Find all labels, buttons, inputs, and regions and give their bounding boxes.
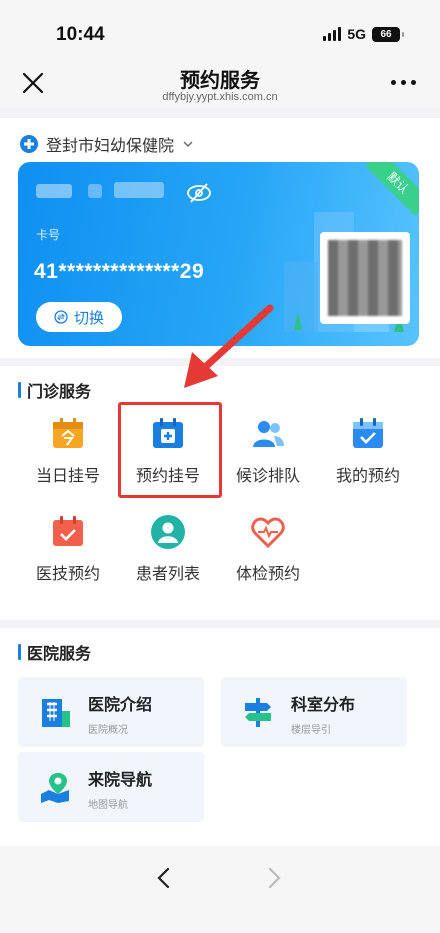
back-icon[interactable]	[152, 866, 176, 890]
qr-code-redacted[interactable]	[320, 232, 410, 324]
queue-icon	[253, 421, 284, 447]
hospital-cross-icon	[20, 135, 38, 153]
patient-list-item[interactable]: 患者列表	[118, 514, 218, 584]
patient-list-label: 患者列表	[135, 566, 200, 583]
page-url: dffybjy.yypt.xhis.com.cn	[162, 91, 278, 103]
hospital-services-title: 医院服务	[27, 646, 92, 663]
switch-icon	[54, 310, 68, 324]
checkup-label: 体检预约	[235, 566, 300, 583]
outpatient-services-section: 门诊服务 当日挂号 预约挂号 候诊排队 我的预约 医技预约 患者列表 体检预约	[0, 366, 440, 620]
today-register-icon	[53, 418, 83, 448]
page-title: 预约服务	[180, 70, 260, 92]
checkup-item[interactable]: 体检预约	[218, 514, 318, 584]
department-distribution-title: 科室分布	[291, 697, 356, 714]
today-register-label: 当日挂号	[35, 468, 100, 485]
hospital-navigation-subtitle: 地图导航	[88, 800, 128, 811]
switch-card-button[interactable]: 切换	[36, 302, 122, 332]
hospital-name: 登封市妇幼保健院	[46, 138, 175, 155]
hospital-services-section: 医院服务 医院介绍 医院概况 科室分布 楼层导引 来院导航 地图导航	[0, 628, 440, 846]
appointment-register-item[interactable]: 预约挂号	[118, 416, 218, 486]
department-distribution-subtitle: 楼层导引	[291, 725, 331, 736]
card-number-label: 卡号	[36, 228, 61, 242]
my-appointment-icon	[353, 418, 383, 448]
hospital-navigation-title: 来院导航	[88, 772, 153, 789]
hospital-intro-title: 医院介绍	[88, 697, 153, 714]
appointment-register-icon	[153, 418, 183, 448]
signpost-icon	[245, 698, 271, 727]
hospital-building-icon	[42, 699, 70, 727]
queue-label: 候诊排队	[235, 468, 300, 485]
signal-icon	[323, 27, 342, 41]
my-appointment-label: 我的预约	[335, 468, 400, 485]
hospital-navigation-tile[interactable]: 来院导航 地图导航	[18, 752, 204, 822]
hospital-intro-tile[interactable]: 医院介绍 医院概况	[18, 677, 204, 747]
patient-list-icon	[151, 515, 185, 549]
hospital-intro-subtitle: 医院概况	[88, 725, 128, 736]
hospital-selector[interactable]: 登封市妇幼保健院	[20, 132, 194, 156]
network-type: 5G	[347, 26, 366, 42]
browser-bottom-bar	[0, 846, 440, 933]
section-title: 医院服务	[18, 640, 91, 664]
medical-tech-label: 医技预约	[35, 566, 100, 583]
queue-item[interactable]: 候诊排队	[218, 416, 318, 486]
status-bar: 10:44 5G 66	[0, 0, 440, 62]
patient-card[interactable]: 卡号 41**************29 切换 默认	[18, 162, 419, 346]
visit-type-redacted	[114, 182, 164, 198]
patient-name-redacted	[36, 184, 72, 198]
chevron-down-icon	[183, 141, 193, 147]
switch-card-label: 切换	[73, 309, 104, 327]
status-indicators: 5G 66	[323, 26, 404, 42]
map-pin-icon	[41, 773, 69, 803]
my-appointment-item[interactable]: 我的预约	[318, 416, 418, 486]
card-number: 41**************29	[34, 260, 205, 283]
status-time: 10:44	[56, 24, 105, 45]
section-title: 门诊服务	[18, 378, 91, 402]
medical-tech-icon	[53, 516, 83, 546]
medical-tech-item[interactable]: 医技预约	[18, 514, 118, 584]
department-distribution-tile[interactable]: 科室分布 楼层导引	[221, 677, 407, 747]
today-register-item[interactable]: 当日挂号	[18, 416, 118, 486]
more-icon[interactable]	[391, 80, 416, 85]
patient-card-section: 登封市妇幼保健院 卡号 41**************29 切换 默认	[0, 118, 440, 358]
checkup-icon	[251, 517, 285, 549]
appointment-register-label: 预约挂号	[135, 468, 200, 485]
eye-hidden-icon[interactable]	[186, 182, 212, 204]
nav-bar: 预约服务 dffybjy.yypt.xhis.com.cn	[0, 62, 440, 108]
patient-gender-redacted	[88, 184, 102, 198]
forward-icon	[268, 867, 281, 889]
outpatient-title: 门诊服务	[27, 384, 92, 401]
battery-icon: 66	[372, 26, 404, 42]
